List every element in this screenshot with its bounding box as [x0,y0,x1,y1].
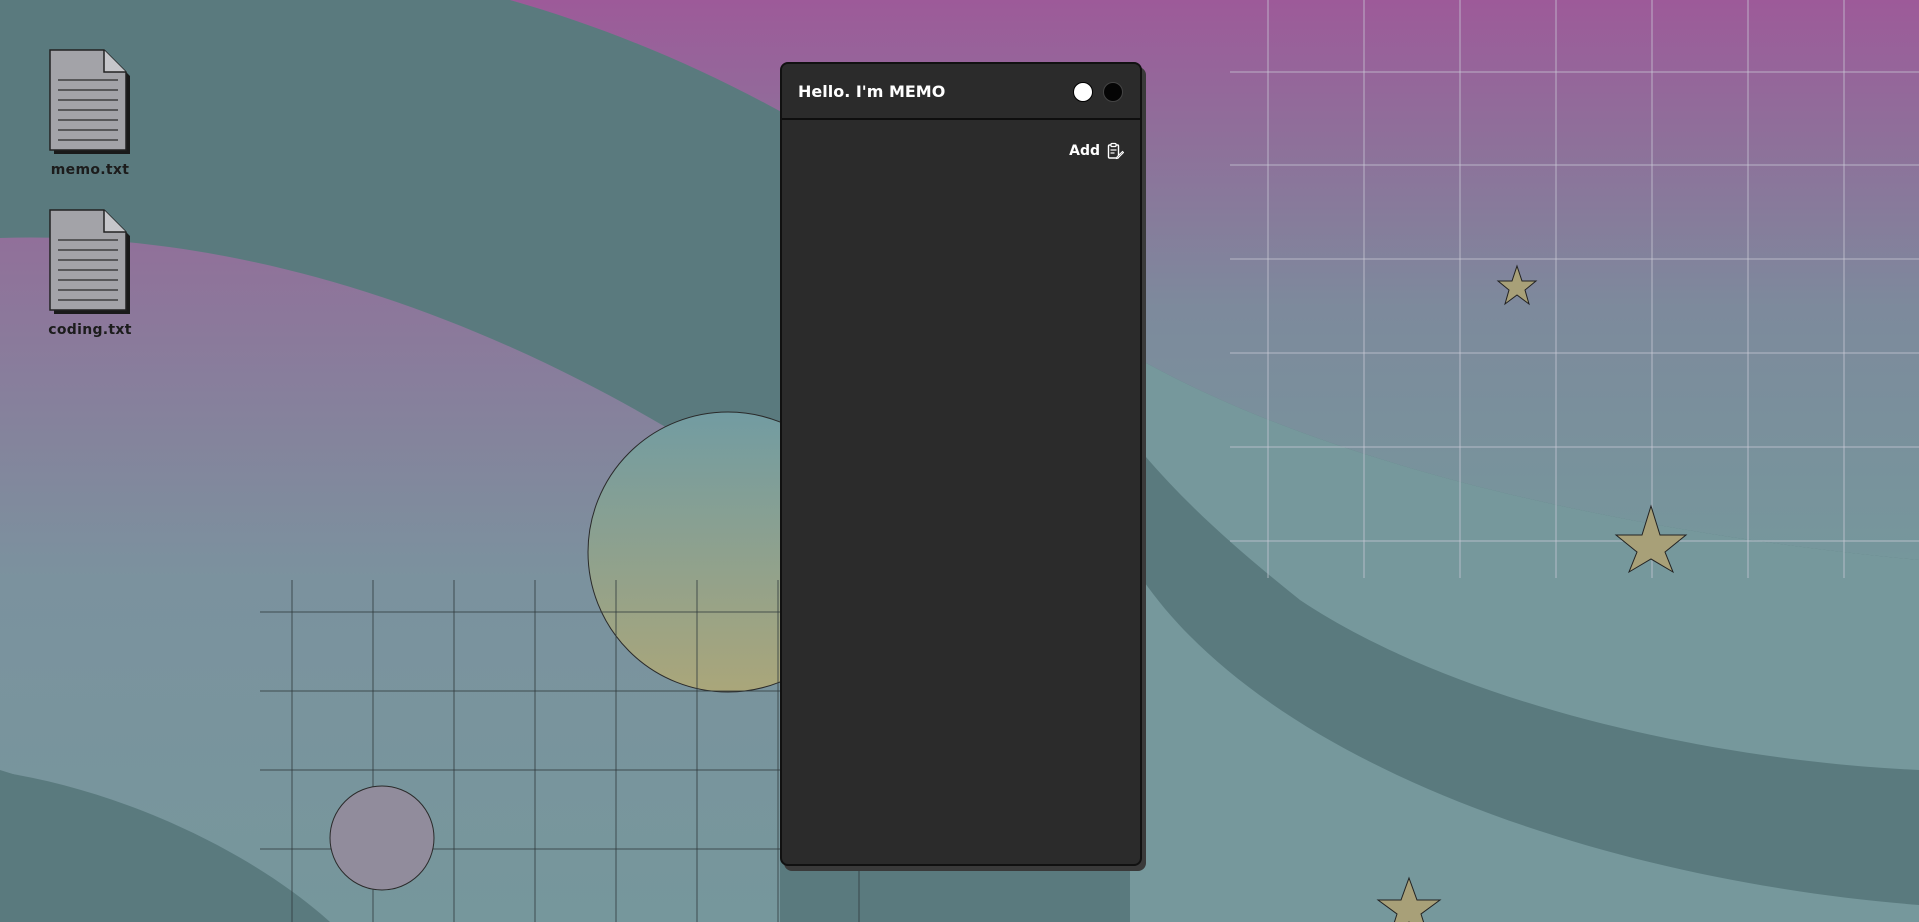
memo-titlebar[interactable]: Hello. I'm MEMO [782,64,1140,120]
desktop: memo.txt coding.txt Hello. I'm MEMO Add [0,0,1919,922]
file-label: memo.txt [50,162,130,178]
text-file-icon [49,49,130,154]
memo-body: Add [782,120,1140,864]
desktop-file-memo[interactable]: memo.txt [35,48,145,178]
file-label: coding.txt [48,322,132,338]
clipboard-edit-icon [1107,142,1124,160]
dark-circle-button[interactable] [1103,82,1123,102]
add-memo-button[interactable]: Add [1069,142,1124,160]
text-file-icon [49,209,130,314]
window-title: Hello. I'm MEMO [798,82,946,101]
desktop-file-coding[interactable]: coding.txt [35,208,145,338]
light-circle-button[interactable] [1073,82,1093,102]
memo-window: Hello. I'm MEMO Add [780,62,1142,866]
add-label: Add [1069,143,1100,159]
